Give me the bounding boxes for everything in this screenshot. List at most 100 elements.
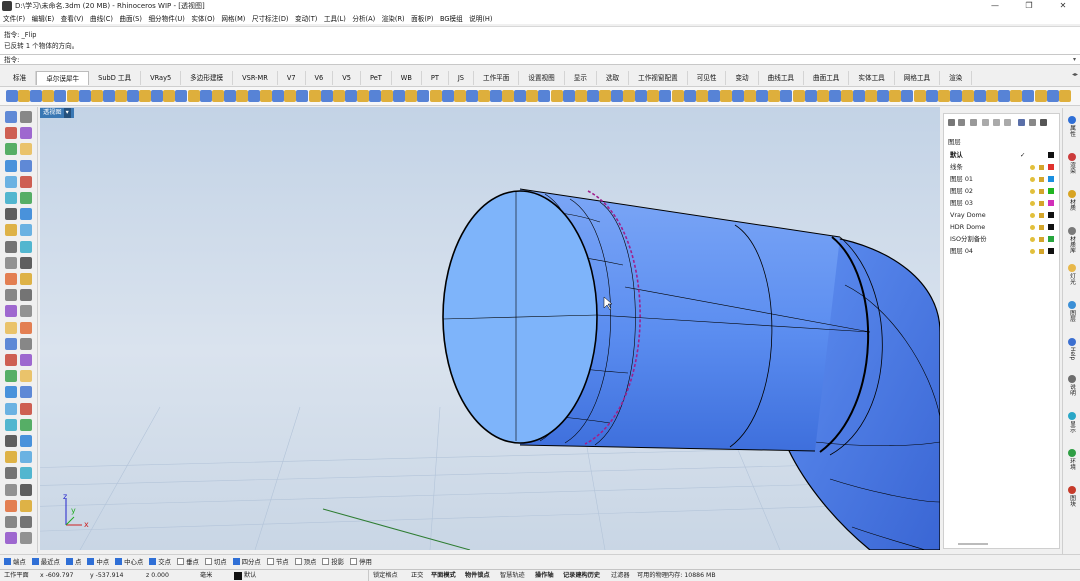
palette-tool-icon[interactable] [5, 143, 17, 156]
side-tab[interactable]: 灯光 [1064, 264, 1080, 287]
current-layer[interactable]: 默认 [244, 570, 256, 581]
palette-tool-icon[interactable] [20, 354, 32, 366]
toolbar-command-icon[interactable] [659, 90, 672, 102]
tab-viewport-layout[interactable]: 工作视窗配置 [629, 71, 688, 85]
toolbar-command-icon[interactable] [320, 90, 333, 102]
toolbar-command-icon[interactable] [840, 90, 853, 102]
palette-tool-icon[interactable] [5, 402, 17, 415]
status-toggle[interactable]: 平面模式 [431, 570, 456, 581]
tab-vray5[interactable]: VRay5 [141, 71, 182, 85]
toolbar-command-icon[interactable] [18, 90, 31, 102]
toolbar-command-icon[interactable] [732, 90, 744, 102]
toolbar-command-icon[interactable] [465, 90, 478, 102]
checkbox-icon[interactable] [350, 558, 358, 565]
new-sublayer-icon[interactable] [958, 119, 965, 126]
toolbar-command-icon[interactable] [417, 90, 430, 102]
toolbar-command-icon[interactable] [913, 90, 926, 102]
toolbar-command-icon[interactable] [441, 90, 454, 102]
move-to-parent-icon[interactable] [1004, 119, 1011, 126]
status-toggle[interactable]: 过滤器 [611, 570, 630, 581]
toolbar-command-icon[interactable] [199, 90, 212, 102]
layer-row[interactable]: 默认 ✓ [950, 150, 1058, 161]
layer-row[interactable]: 图层 01 [950, 174, 1058, 185]
viewport-canvas[interactable]: z x y [40, 107, 940, 550]
palette-tool-icon[interactable] [5, 127, 17, 140]
tab-display[interactable]: 显示 [565, 71, 597, 85]
tab-select[interactable]: 选取 [597, 71, 630, 85]
osnap-option[interactable]: 点 [65, 557, 81, 566]
toolbar-command-icon[interactable] [586, 90, 599, 102]
toolbar-command-icon[interactable] [127, 90, 139, 102]
toolbar-command-icon[interactable] [151, 90, 164, 102]
toolbar-command-icon[interactable] [30, 90, 43, 102]
palette-tool-icon[interactable] [20, 516, 32, 528]
toolbar-command-icon[interactable] [816, 90, 829, 102]
visibility-bulb-icon[interactable] [1030, 189, 1035, 194]
tab-polygon-modeling[interactable]: 多边形建模 [181, 71, 234, 85]
palette-tool-icon[interactable] [5, 111, 17, 123]
side-tab[interactable]: 渲染 [1064, 153, 1080, 176]
osnap-option[interactable]: 中点 [87, 557, 109, 566]
osnap-option[interactable]: 投影 [322, 557, 344, 566]
menu-file[interactable]: 文件(F) [3, 13, 25, 23]
tab-render[interactable]: 渲染 [940, 71, 973, 85]
palette-tool-icon[interactable] [5, 532, 17, 545]
checkbox-icon[interactable] [294, 558, 302, 565]
menu-analyze[interactable]: 分析(A) [352, 13, 375, 23]
toolbar-command-icon[interactable] [853, 90, 865, 102]
side-tab[interactable]: 显示 [1064, 412, 1080, 435]
tab-v6[interactable]: V6 [306, 71, 334, 85]
lock-icon[interactable] [1039, 213, 1044, 218]
toolbar-command-icon[interactable] [623, 90, 636, 102]
checkbox-icon[interactable] [149, 558, 157, 565]
layer-row[interactable]: 图层 03 [950, 198, 1058, 209]
toolbar-command-icon[interactable] [695, 90, 708, 102]
tab-subd-tools[interactable]: SubD 工具 [89, 71, 142, 85]
toolbar-command-icon[interactable] [768, 90, 781, 102]
toolbar-command-icon[interactable] [429, 90, 442, 102]
toolbar-command-icon[interactable] [42, 90, 55, 102]
chevron-down-icon[interactable]: ▾ [63, 108, 71, 118]
toolbar-command-icon[interactable] [550, 90, 563, 102]
status-toggle[interactable]: 物件锁点 [465, 570, 490, 581]
palette-tool-icon[interactable] [20, 159, 32, 172]
toolbar-command-icon[interactable] [961, 90, 974, 102]
toolbar-command-icon[interactable] [719, 90, 732, 102]
checkbox-icon[interactable] [322, 558, 330, 565]
osnap-option[interactable]: 最近点 [31, 557, 60, 566]
visibility-bulb-icon[interactable] [1030, 249, 1035, 254]
palette-tool-icon[interactable] [20, 256, 32, 269]
lock-icon[interactable] [1039, 189, 1044, 194]
checkbox-icon[interactable] [177, 558, 185, 565]
toolbar-command-icon[interactable] [102, 90, 115, 102]
palette-tool-icon[interactable] [20, 499, 32, 512]
layer-color-swatch[interactable] [1048, 224, 1054, 230]
tab-cplanes[interactable]: 工作平面 [474, 71, 520, 85]
layer-row[interactable]: Vray Dome [950, 210, 1058, 221]
tab-transform[interactable]: 变动 [726, 71, 759, 85]
current-layer-check-icon[interactable]: ✓ [1020, 150, 1025, 161]
menu-edit[interactable]: 编辑(E) [32, 13, 55, 23]
toolbar-command-icon[interactable] [175, 90, 188, 102]
menu-surface[interactable]: 曲面(S) [119, 13, 142, 23]
toolbar-command-icon[interactable] [284, 90, 297, 102]
palette-tool-icon[interactable] [5, 273, 17, 285]
toolbar-command-icon[interactable] [949, 90, 962, 102]
palette-tool-icon[interactable] [5, 175, 17, 188]
side-tab[interactable]: 属性 [1064, 116, 1080, 139]
palette-tool-icon[interactable] [5, 305, 17, 318]
horizontal-scrollbar[interactable] [958, 543, 988, 545]
lock-icon[interactable] [1039, 249, 1044, 254]
palette-tool-icon[interactable] [20, 321, 32, 334]
palette-tool-icon[interactable] [20, 208, 32, 221]
side-tab[interactable]: Help [1064, 338, 1080, 362]
toolbar-command-icon[interactable] [187, 90, 200, 102]
toolbar-command-icon[interactable] [611, 90, 623, 102]
tab-wb[interactable]: WB [392, 71, 422, 85]
toolbar-command-icon[interactable] [78, 90, 91, 102]
palette-tool-icon[interactable] [5, 483, 17, 496]
osnap-option[interactable]: 四分点 [232, 557, 261, 566]
palette-tool-icon[interactable] [5, 370, 17, 383]
lock-icon[interactable] [1039, 165, 1044, 170]
toolbar-command-icon[interactable] [139, 90, 152, 102]
